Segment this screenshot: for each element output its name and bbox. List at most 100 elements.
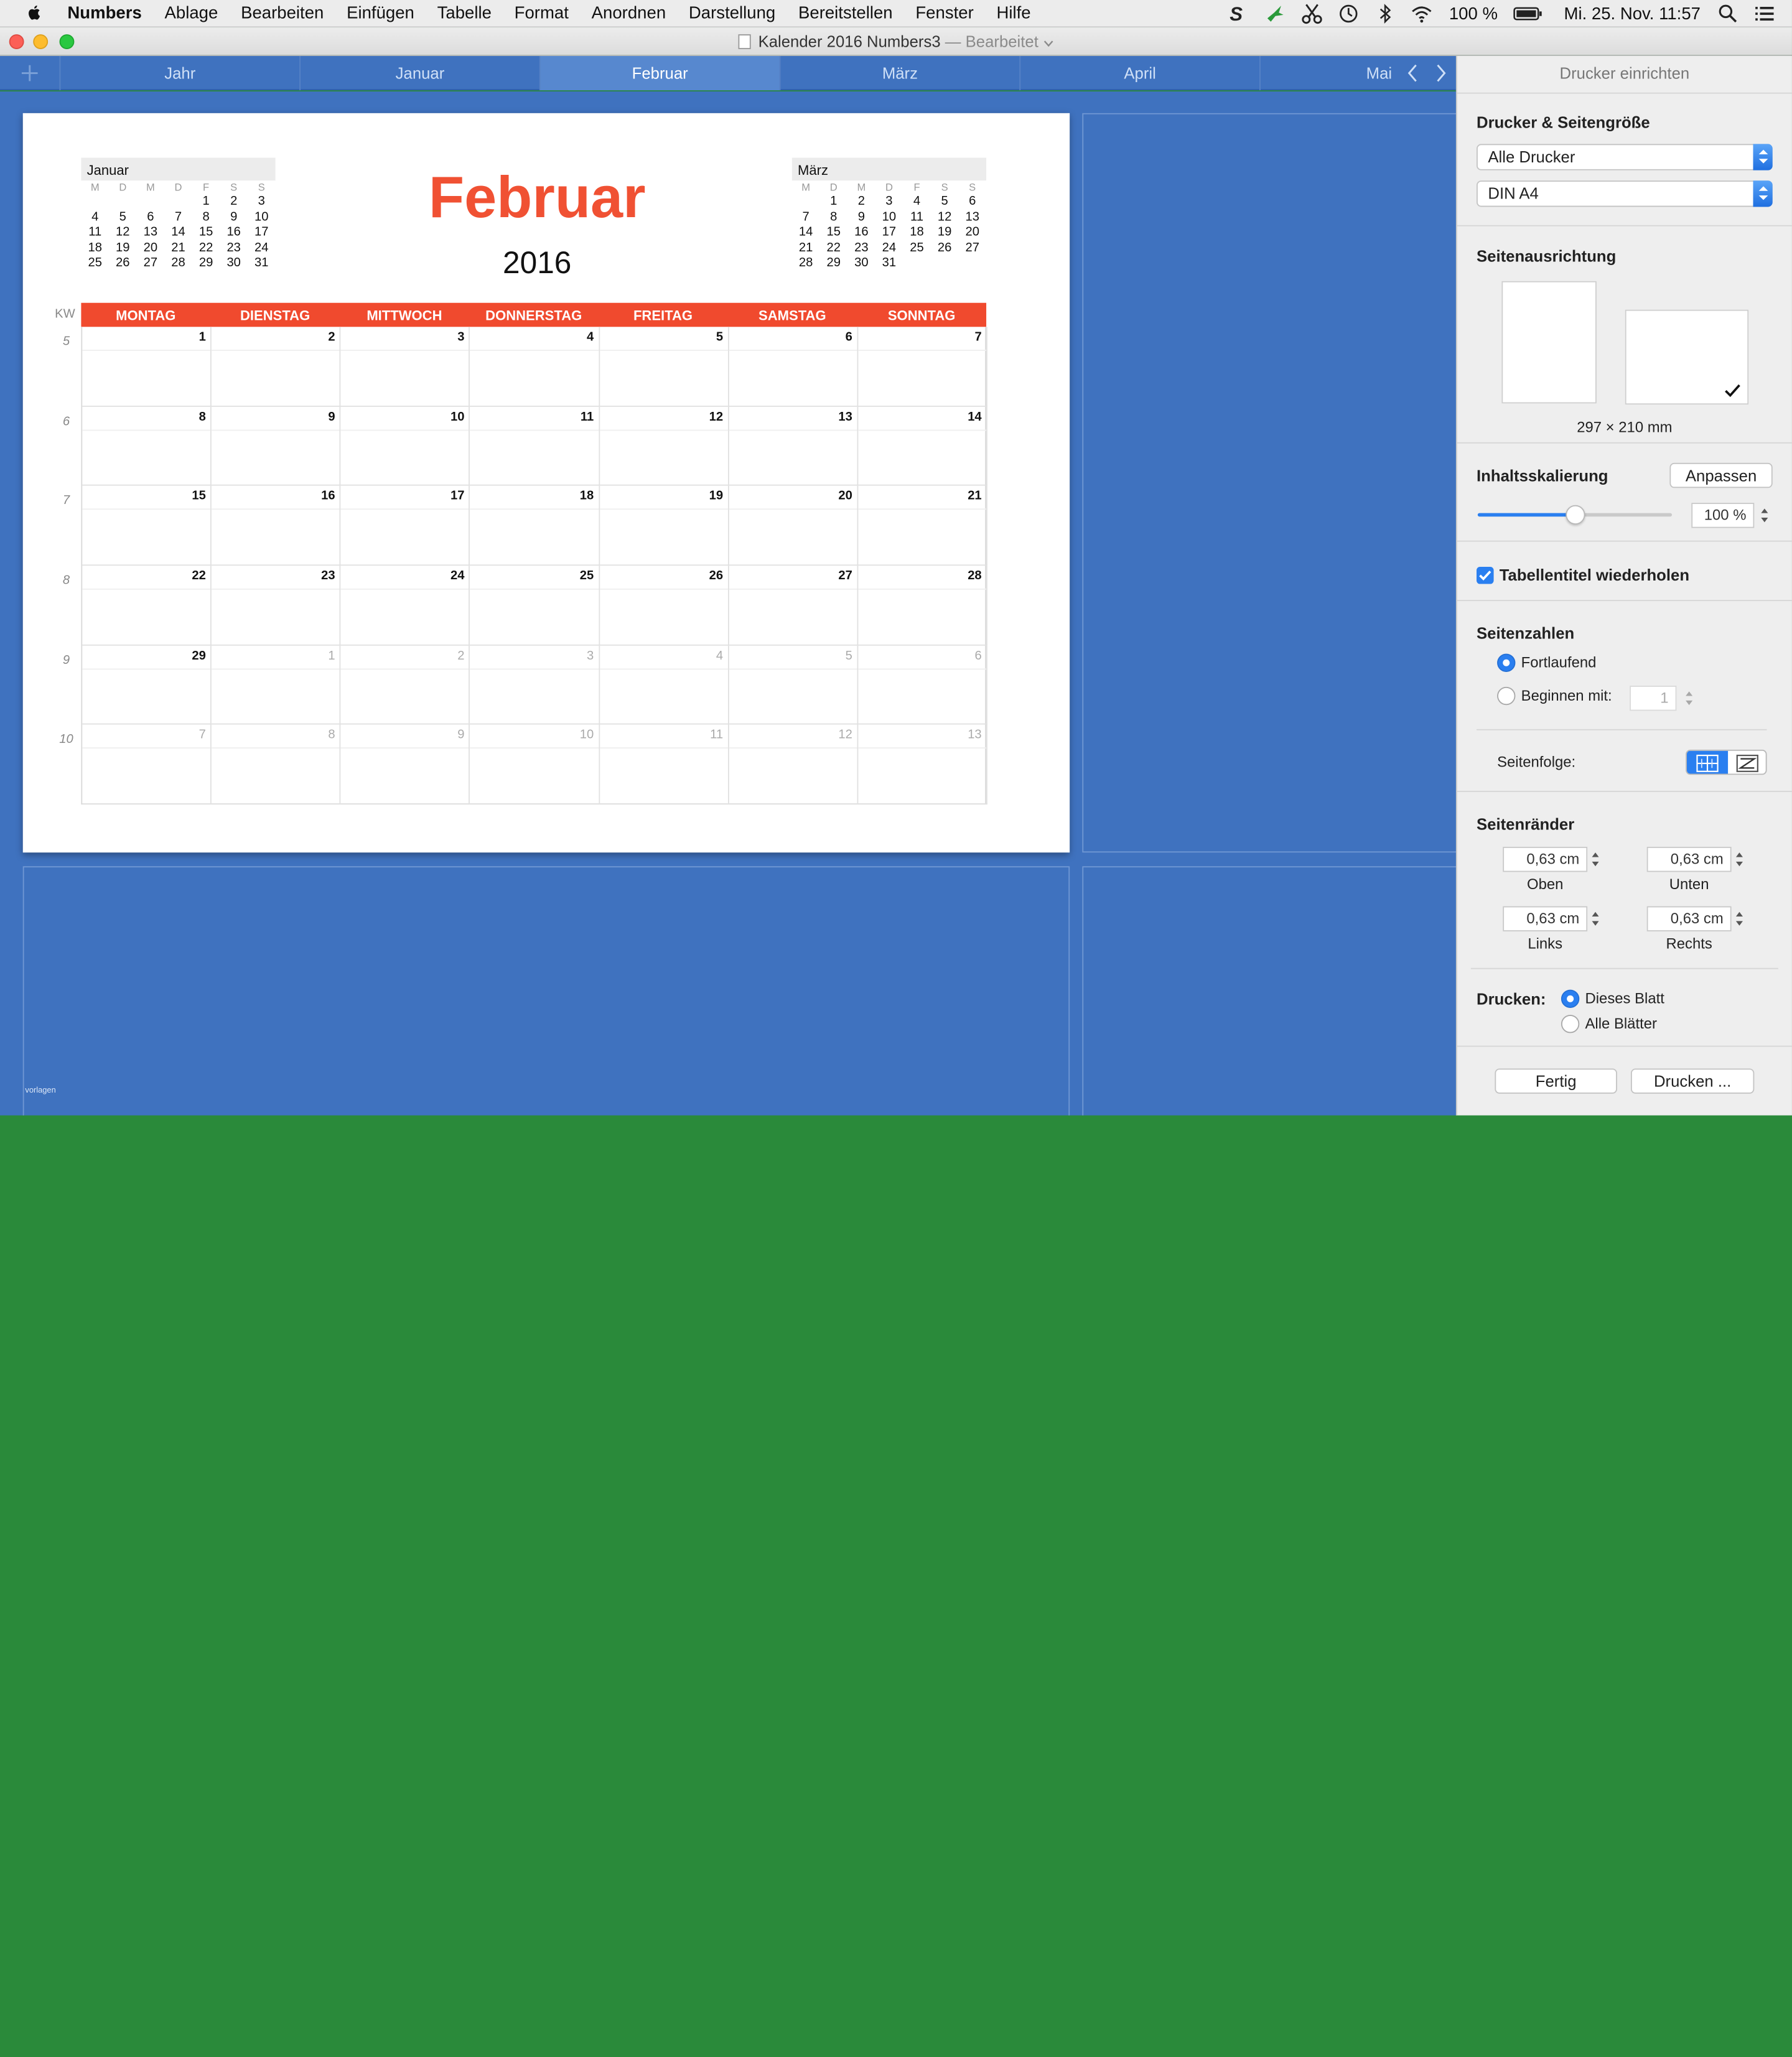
margin-top-stepper[interactable]: [1590, 847, 1602, 872]
menu-darstellung[interactable]: Darstellung: [689, 4, 775, 23]
day-cell[interactable]: 8: [212, 725, 341, 805]
day-cell[interactable]: 29: [82, 645, 212, 725]
day-cell[interactable]: 28: [858, 566, 987, 646]
day-cell[interactable]: 10: [470, 725, 600, 805]
menu-anordnen[interactable]: Anordnen: [592, 4, 666, 23]
add-sheet-button[interactable]: [0, 56, 60, 90]
scroll-tabs-left[interactable]: [1399, 56, 1426, 90]
tab-maerz[interactable]: März: [779, 55, 1020, 91]
margin-bottom-field[interactable]: 0,63 cm: [1646, 846, 1732, 872]
search-icon[interactable]: [1717, 2, 1740, 26]
menu-ablage[interactable]: Ablage: [165, 4, 218, 23]
scissors-icon[interactable]: [1300, 2, 1323, 26]
day-cell[interactable]: 7: [82, 725, 212, 805]
day-cell[interactable]: 12: [729, 725, 859, 805]
day-cell[interactable]: 5: [599, 327, 729, 407]
margin-left-field[interactable]: 0,63 cm: [1503, 906, 1588, 931]
fit-button[interactable]: Anpassen: [1669, 462, 1773, 488]
day-cell[interactable]: 11: [470, 406, 600, 487]
day-cell[interactable]: 6: [729, 327, 859, 407]
day-cell[interactable]: 25: [470, 566, 600, 646]
menu-bereitstellen[interactable]: Bereitstellen: [798, 4, 893, 23]
day-cell[interactable]: 22: [82, 566, 212, 646]
scale-slider[interactable]: [1477, 503, 1673, 526]
day-cell[interactable]: 24: [340, 566, 470, 646]
day-cell[interactable]: 3: [470, 645, 600, 725]
day-cell[interactable]: 2: [340, 645, 470, 725]
day-cell[interactable]: 14: [858, 406, 987, 487]
day-cell[interactable]: 23: [212, 566, 341, 646]
list-icon[interactable]: [1753, 2, 1776, 26]
portrait-orientation[interactable]: [1501, 281, 1597, 404]
tab-mai[interactable]: Mai: [1259, 55, 1396, 91]
sync-icon[interactable]: S: [1228, 2, 1251, 26]
print-button[interactable]: Drucken ...: [1630, 1068, 1755, 1094]
tab-april[interactable]: April: [1019, 55, 1259, 91]
scroll-tabs-right[interactable]: [1426, 56, 1456, 90]
paper-size-popup[interactable]: DIN A4: [1477, 180, 1773, 207]
day-cell[interactable]: 4: [470, 327, 600, 407]
day-cell[interactable]: 13: [729, 406, 859, 487]
landscape-orientation[interactable]: [1625, 309, 1749, 405]
tab-februar[interactable]: Februar: [539, 55, 780, 91]
chevron-down-icon[interactable]: [1043, 40, 1053, 47]
repeat-titles-label[interactable]: Tabellentitel wiederholen: [1500, 566, 1689, 584]
day-cell[interactable]: 12: [599, 406, 729, 487]
printer-popup[interactable]: Alle Drucker: [1477, 144, 1773, 170]
menu-format[interactable]: Format: [515, 4, 569, 23]
day-cell[interactable]: 2: [212, 327, 341, 407]
start-with-label[interactable]: Beginnen mit:: [1521, 687, 1612, 704]
menu-hilfe[interactable]: Hilfe: [996, 4, 1030, 23]
menu-app-name[interactable]: Numbers: [67, 4, 141, 23]
day-cell[interactable]: 20: [729, 486, 859, 566]
window-title[interactable]: Kalender 2016 Numbers3 — Bearbeitet: [0, 32, 1792, 50]
margin-right-stepper[interactable]: [1734, 907, 1746, 931]
margin-right-field[interactable]: 0,63 cm: [1646, 906, 1732, 931]
done-button[interactable]: Fertig: [1495, 1068, 1617, 1094]
day-cell[interactable]: 1: [212, 645, 341, 725]
page-order-down-then-over[interactable]: [1686, 750, 1729, 774]
print-page[interactable]: Januar M D M D F S S 1 2 3 4 5 6 7 8 9 10 11 12 13 14 15 16 17 1…: [22, 113, 1070, 853]
this-sheet-label[interactable]: Dieses Blatt: [1585, 990, 1664, 1007]
page-order-over-then-down[interactable]: [1728, 751, 1766, 774]
day-cell[interactable]: 18: [470, 486, 600, 566]
start-page-stepper[interactable]: [1683, 686, 1696, 711]
apple-icon[interactable]: [25, 4, 43, 22]
wifi-icon[interactable]: [1410, 2, 1433, 26]
day-cell[interactable]: 19: [599, 486, 729, 566]
day-cell[interactable]: 9: [212, 406, 341, 487]
all-sheets-label[interactable]: Alle Blätter: [1585, 1015, 1657, 1032]
scale-stepper[interactable]: [1759, 503, 1771, 528]
page-order-segmented-control[interactable]: [1686, 749, 1767, 775]
tab-januar[interactable]: Januar: [299, 55, 539, 91]
hummingbird-icon[interactable]: [1264, 2, 1287, 26]
scale-slider-knob[interactable]: [1566, 505, 1585, 525]
day-cell[interactable]: 9: [340, 725, 470, 805]
continuous-label[interactable]: Fortlaufend: [1521, 654, 1597, 671]
day-cell[interactable]: 3: [340, 327, 470, 407]
margin-left-stepper[interactable]: [1590, 907, 1602, 931]
print-preview-canvas[interactable]: Januar M D M D F S S 1 2 3 4 5 6 7 8 9 10 11 12 13 14 15 16 17 1…: [0, 91, 1456, 1116]
day-cell[interactable]: 16: [212, 486, 341, 566]
day-cell[interactable]: 7: [858, 327, 987, 407]
menu-bearbeiten[interactable]: Bearbeiten: [241, 4, 324, 23]
scale-field[interactable]: 100 %: [1691, 503, 1755, 528]
day-cell[interactable]: 1: [82, 327, 212, 407]
continuous-radio[interactable]: [1497, 653, 1516, 672]
day-cell[interactable]: 26: [599, 566, 729, 646]
day-cell[interactable]: 8: [82, 406, 212, 487]
day-cell[interactable]: 5: [729, 645, 859, 725]
day-cell[interactable]: 27: [729, 566, 859, 646]
start-with-radio[interactable]: [1497, 686, 1516, 706]
menu-tabelle[interactable]: Tabelle: [437, 4, 492, 23]
menu-fenster[interactable]: Fenster: [915, 4, 973, 23]
day-cell[interactable]: 21: [858, 486, 987, 566]
day-cell[interactable]: 13: [858, 725, 987, 805]
margin-bottom-stepper[interactable]: [1734, 847, 1746, 872]
day-cell[interactable]: 17: [340, 486, 470, 566]
day-cell[interactable]: 15: [82, 486, 212, 566]
day-cell[interactable]: 4: [599, 645, 729, 725]
bluetooth-icon[interactable]: [1374, 2, 1397, 26]
day-cell[interactable]: 6: [858, 645, 987, 725]
this-sheet-radio[interactable]: [1561, 989, 1580, 1008]
